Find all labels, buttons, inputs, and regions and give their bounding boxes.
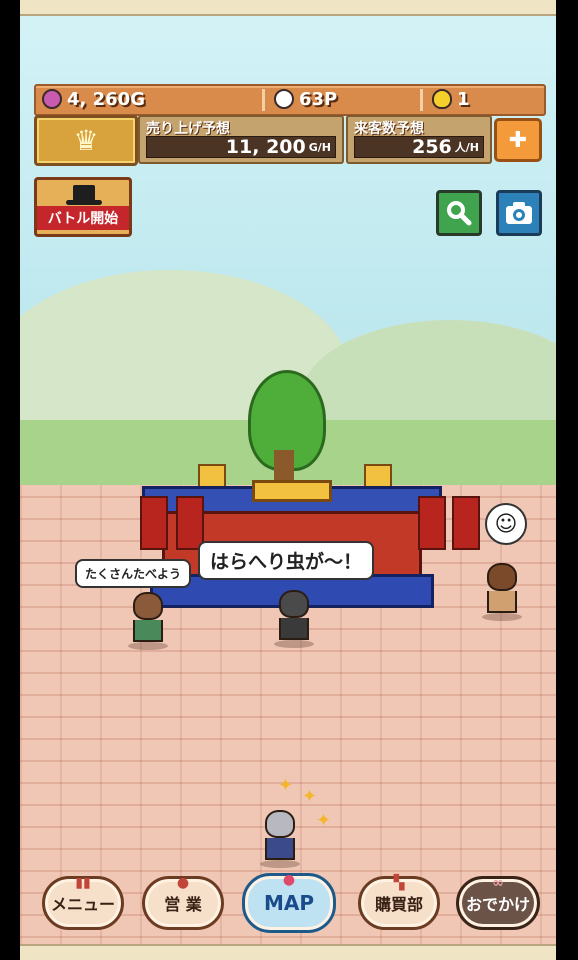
bottom-navigation: ▮▮ メニュー ● 営 業 ● MAP ▚ 購買部 ∞ おでかけ [20, 872, 556, 942]
purchasing-label: 購買部 [374, 895, 423, 914]
map-pin-icon: ● [282, 872, 296, 888]
menu-button[interactable]: ▮▮ メニュー [42, 875, 124, 930]
gold-value: 4, 260G [67, 88, 145, 110]
player-character[interactable] [258, 810, 302, 868]
customer-character[interactable] [272, 590, 316, 648]
character-head [487, 563, 517, 591]
visitor-forecast-box: 256 人/H [354, 136, 484, 158]
character-shadow [482, 613, 522, 621]
character-head [133, 592, 163, 620]
visitor-forecast-panel: 来客数予想 256 人/H [346, 115, 492, 164]
divider [262, 89, 265, 111]
resource-bar: 4, 260G 63P 1 [34, 84, 546, 116]
sparkle-icon: ✦ [302, 786, 318, 807]
menu-label: メニュー [50, 895, 115, 914]
book-icon: ▮▮ [75, 875, 91, 891]
search-button[interactable] [436, 190, 482, 236]
sales-forecast-unit: G/H [308, 140, 331, 154]
magnifier-icon [447, 201, 472, 226]
eggs-value: 1 [457, 88, 470, 110]
eggs-stat: 1 [432, 88, 470, 110]
sales-forecast-label: 売り上げ予想 [146, 121, 230, 137]
points-stat: 63P [274, 88, 337, 110]
character-body [487, 591, 517, 613]
points-value: 63P [299, 88, 338, 110]
outing-button[interactable]: ∞ おでかけ [456, 875, 540, 930]
divider [420, 89, 423, 111]
sparkle-icon: ✦ [316, 810, 332, 831]
camera-button[interactable] [496, 190, 542, 236]
character-shadow [274, 640, 314, 648]
smile-icon [274, 89, 294, 109]
add-egg-button[interactable]: ✚ [494, 118, 542, 162]
cart-icon: ▚ [393, 875, 405, 891]
top-hat-icon [66, 185, 102, 205]
footprints-icon: ∞ [492, 875, 504, 891]
visitor-forecast-unit: 人/H [454, 141, 479, 154]
speech-bubble-side: たくさんたべよう [75, 559, 192, 588]
map-label: MAP [263, 891, 315, 915]
sparkle-icon: ✦ [278, 775, 294, 796]
emote-bubble: ☺ [485, 503, 527, 545]
visitor-forecast-label: 来客数予想 [354, 121, 424, 137]
flag [418, 496, 446, 550]
character-head [279, 590, 309, 618]
sales-forecast-value: 11, 200 [225, 136, 306, 158]
gold-stat: 4, 260G [42, 88, 145, 110]
sales-forecast-box: 11, 200 G/H [146, 136, 336, 158]
business-button[interactable]: ● 営 業 [142, 875, 224, 930]
money-bag-icon [42, 89, 62, 109]
outing-label: おでかけ [465, 895, 530, 914]
flag [140, 496, 168, 550]
map-button[interactable]: ● MAP [242, 872, 336, 933]
character-head [265, 810, 295, 838]
visitor-forecast-value: 256 [412, 136, 452, 158]
egg-icon [432, 89, 452, 109]
character-shadow [260, 860, 300, 868]
speech-bubble-main: はらへり虫が～！ [198, 541, 375, 580]
camera-icon [506, 202, 532, 224]
crown-icon: ♛ [73, 124, 99, 157]
purchasing-button[interactable]: ▚ 購買部 [358, 875, 440, 930]
bottom-border [20, 944, 556, 960]
character-body [133, 620, 163, 642]
stand-sign [252, 480, 332, 502]
chef-icon: ● [176, 875, 190, 891]
top-border [20, 0, 556, 16]
flag [176, 496, 204, 550]
ranking-crown-button[interactable]: ♛ [34, 115, 138, 166]
battle-start-button[interactable]: バトル開始 [34, 177, 132, 237]
character-shadow [128, 642, 168, 650]
character-body [279, 618, 309, 640]
device-frame: ✦ ✦ ✦ たくさんたべよう はらへり虫が～！ ☺ 4, 260G 63P 1 … [0, 0, 578, 960]
flag [452, 496, 480, 550]
customer-character[interactable] [480, 563, 524, 621]
battle-start-label: バトル開始 [37, 206, 129, 230]
game-screen: ✦ ✦ ✦ たくさんたべよう はらへり虫が～！ ☺ 4, 260G 63P 1 … [20, 0, 556, 960]
egg-plus-icon: ✚ [508, 127, 528, 153]
sales-forecast-panel: 売り上げ予想 11, 200 G/H [138, 115, 344, 164]
business-label: 営 業 [164, 895, 202, 914]
character-body [265, 838, 295, 860]
customer-character[interactable] [126, 592, 170, 650]
